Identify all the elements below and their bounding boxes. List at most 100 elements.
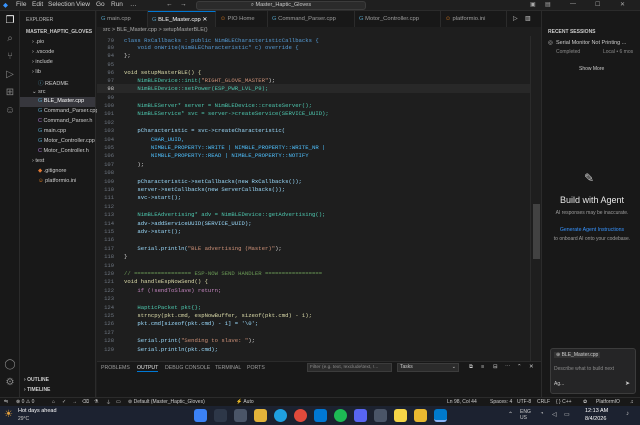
clock-date[interactable]: 8/4/2026 xyxy=(585,416,606,422)
problems-indicator[interactable]: ⊗ 0 ⚠ 0 xyxy=(16,399,34,405)
back-icon[interactable]: ← xyxy=(166,1,173,8)
settings-gear-icon[interactable]: ⚙ xyxy=(4,377,16,389)
tab-ble-master[interactable]: G BLE_Master.cpp ✕ xyxy=(148,11,216,27)
platformio-status[interactable]: PlatformIO xyxy=(596,399,620,405)
discord-icon[interactable] xyxy=(354,409,367,422)
tab-motor-controller[interactable]: G Motor_Controller.cpp xyxy=(355,11,441,27)
tab-pio-home[interactable]: ☺ PIO Home xyxy=(216,11,268,27)
extensions-icon[interactable]: ⊞ xyxy=(4,87,16,99)
output-channel-select[interactable]: Tasks ⌄ xyxy=(397,363,459,372)
build-check-icon[interactable]: ✓ xyxy=(62,399,66,405)
tab-output[interactable]: OUTPUT xyxy=(137,365,159,372)
language-indicator[interactable]: ENG US xyxy=(520,409,534,421)
source-control-icon[interactable]: ⑂ xyxy=(4,51,16,63)
workspace-root[interactable]: MASTER_HAPTIC_GLOVES xyxy=(26,29,92,35)
auto-port[interactable]: ⚡ Auto xyxy=(236,399,254,405)
tree-item[interactable]: ◆ .gitignore xyxy=(38,168,66,174)
timeline-section[interactable]: › TIMELINE xyxy=(24,387,50,393)
output-filter-input[interactable]: Filter (e.g. text, !exclude\text, !... xyxy=(307,363,392,372)
tree-item[interactable]: › .vscode xyxy=(32,49,54,55)
edge-browser-icon[interactable] xyxy=(274,409,287,422)
store-icon[interactable] xyxy=(314,409,327,422)
tab-problems[interactable]: PROBLEMS xyxy=(101,365,130,371)
clock-time[interactable]: 12:13 AM xyxy=(585,408,608,414)
volume-icon[interactable]: ◁ xyxy=(552,411,557,418)
tree-item[interactable]: G Motor_Controller.cpp xyxy=(38,138,95,144)
command-search[interactable]: ⌕ Master_Haptic_Gloves xyxy=(196,1,366,10)
search-icon[interactable]: ⌕ xyxy=(4,33,16,45)
tab-command-parser[interactable]: G Command_Parser.cpp xyxy=(268,11,355,27)
tree-item[interactable]: C Command_Parser.h xyxy=(38,118,92,124)
session-item[interactable]: ◎ Serial Monitor Not Printing ... Comple… xyxy=(548,40,638,60)
tree-item[interactable]: ⓘ README xyxy=(38,79,69,87)
tab-terminal[interactable]: TERMINAL xyxy=(215,365,241,371)
upload-arrow-icon[interactable]: → xyxy=(72,399,77,405)
tree-item[interactable]: › test xyxy=(32,158,44,164)
send-icon[interactable]: ➤ xyxy=(625,380,630,387)
platformio-icon[interactable]: ☺ xyxy=(4,105,16,117)
panel-toggle-icon[interactable]: ▤ xyxy=(545,1,551,8)
context-file-chip[interactable]: ⊕ BLE_Master.cpp xyxy=(554,352,601,358)
agent-instructions-link[interactable]: Generate Agent Instructions xyxy=(548,227,636,233)
maximize-panel-icon[interactable]: ⌃ xyxy=(517,364,522,370)
clear-output-icon[interactable]: ≡ xyxy=(481,364,484,370)
lock-scroll-icon[interactable]: ⊟ xyxy=(493,364,498,370)
tree-item[interactable]: › .pio xyxy=(32,39,44,45)
remote-icon[interactable]: ⇋ xyxy=(4,399,8,405)
tab-main-cpp[interactable]: G main.cpp xyxy=(97,11,148,27)
minimize-icon[interactable]: — xyxy=(570,1,576,7)
notifications-bell-icon[interactable]: ♫ xyxy=(630,399,634,405)
battery-icon[interactable]: ▭ xyxy=(564,411,570,418)
copy-icon[interactable]: ⧉ xyxy=(469,364,473,371)
notification-bell-icon[interactable]: ♪ xyxy=(626,411,629,417)
clean-trash-icon[interactable]: ⌫ xyxy=(82,399,89,405)
arduino-icon[interactable] xyxy=(394,409,407,422)
notes-icon[interactable] xyxy=(414,409,427,422)
maximize-icon[interactable]: ☐ xyxy=(595,1,600,8)
wifi-icon[interactable]: ◔ xyxy=(540,411,544,417)
explorer-icon[interactable]: ❐ xyxy=(4,15,16,27)
file-explorer-icon[interactable] xyxy=(254,409,267,422)
menu-run[interactable]: Run xyxy=(111,1,123,8)
tree-item[interactable]: ⌄ src xyxy=(32,89,45,95)
indentation[interactable]: Spaces: 4 xyxy=(490,399,512,405)
pio-environment[interactable]: ⊚ Default (Master_Haptic_Gloves) xyxy=(128,399,205,405)
cursor-position[interactable]: Ln 98, Col 44 xyxy=(447,399,477,405)
more-actions-icon[interactable]: ⋯ xyxy=(505,364,511,370)
tray-chevron-icon[interactable]: ⌃ xyxy=(508,411,513,418)
editor-scrollbar[interactable] xyxy=(530,36,541,361)
run-debug-icon[interactable]: ▷ xyxy=(4,69,16,81)
copilot-icon[interactable]: ✿ xyxy=(583,399,587,405)
app-icon[interactable] xyxy=(374,409,387,422)
tree-item[interactable]: › lib xyxy=(32,69,41,75)
chrome-icon[interactable] xyxy=(294,409,307,422)
chat-input-placeholder[interactable]: Describe what to build next xyxy=(554,366,614,372)
tree-item[interactable]: › include xyxy=(32,59,53,65)
line-ending[interactable]: CRLF xyxy=(537,399,550,405)
test-icon[interactable]: ⚗ xyxy=(94,399,98,405)
home-icon[interactable]: ⌂ xyxy=(52,399,55,405)
tab-platformio-ini[interactable]: ☺ platformio.ini xyxy=(441,11,507,27)
tree-item[interactable]: G Command_Parser.cpp xyxy=(38,108,99,114)
weather-headline[interactable]: Hot days ahead xyxy=(18,408,57,414)
start-windows-icon[interactable] xyxy=(194,409,207,422)
menu-file[interactable]: File xyxy=(16,1,26,8)
tree-item[interactable]: G main.cpp xyxy=(38,128,66,134)
outline-section[interactable]: › OUTLINE xyxy=(24,377,49,383)
encoding[interactable]: UTF-8 xyxy=(517,399,531,405)
tab-ports[interactable]: PORTS xyxy=(247,365,265,371)
show-more-link[interactable]: Show More xyxy=(579,66,604,72)
vscode-taskbar-icon[interactable] xyxy=(434,409,447,422)
split-editor-icon[interactable]: ▥ xyxy=(525,15,531,22)
menu-edit[interactable]: Edit xyxy=(32,1,43,8)
forward-icon[interactable]: → xyxy=(180,1,187,8)
layout-icon[interactable]: ▣ xyxy=(530,1,536,8)
menu-view[interactable]: View xyxy=(76,1,90,8)
tab-debug-console[interactable]: DEBUG CONSOLE xyxy=(165,365,210,371)
task-view-icon[interactable] xyxy=(234,409,247,422)
close-icon[interactable]: ✕ xyxy=(620,1,625,8)
more-icon[interactable]: … xyxy=(130,1,137,8)
chat-input-box[interactable]: ⊕ BLE_Master.cpp Describe what to build … xyxy=(550,348,636,394)
spotify-icon[interactable] xyxy=(334,409,347,422)
account-icon[interactable]: ◯ xyxy=(4,359,16,371)
